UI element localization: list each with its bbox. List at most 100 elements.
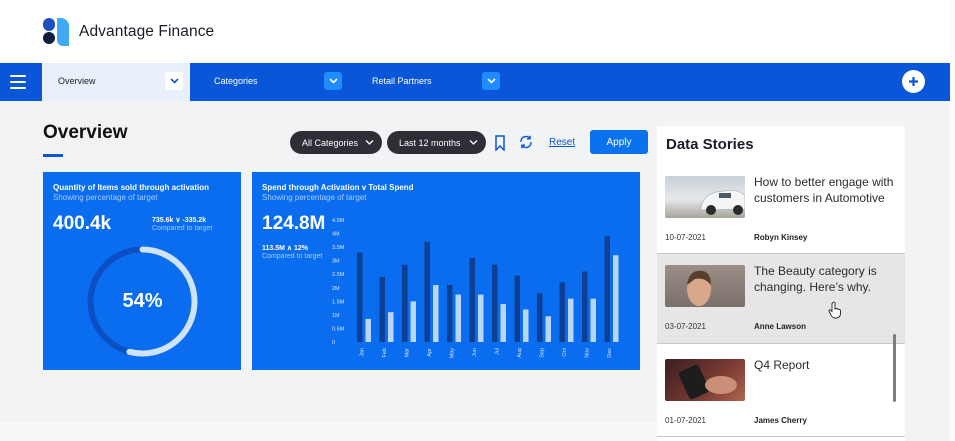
- add-button[interactable]: [902, 70, 925, 93]
- category-filter-dropdown[interactable]: All Categories: [290, 131, 382, 154]
- card-value: 124.8M: [262, 213, 326, 234]
- apply-button[interactable]: Apply: [590, 130, 648, 154]
- bar-jun-series2: [478, 294, 484, 342]
- x-tick-label: Mar: [405, 348, 411, 358]
- bar-mar-series1: [402, 264, 408, 342]
- tab-retail-partners[interactable]: Retail Partners: [372, 76, 432, 86]
- story-thumbnail: [665, 176, 745, 218]
- nav-bar: Overview Categories Retail Partners: [0, 63, 955, 101]
- bar-jul-series1: [492, 264, 498, 342]
- reset-link[interactable]: Reset: [549, 137, 575, 148]
- tab-categories[interactable]: Categories: [214, 76, 258, 86]
- bar-feb-series1: [379, 276, 385, 342]
- x-tick-label: Jun: [472, 348, 478, 357]
- bar-aug-series2: [523, 309, 529, 342]
- chevron-down-icon: [469, 140, 478, 145]
- y-tick-label: 2.5M: [332, 272, 345, 278]
- x-tick-label: May: [450, 348, 456, 359]
- x-tick-label: Nov: [585, 348, 591, 358]
- donut-percent-label: 54%: [122, 290, 163, 312]
- x-tick-label: Jul: [495, 348, 501, 355]
- story-thumbnail: [665, 359, 745, 401]
- period-filter-dropdown[interactable]: Last 12 months: [387, 131, 486, 154]
- card-delta: 113.5M ∧ 12%: [262, 245, 308, 252]
- bar-dec-series1: [604, 236, 610, 342]
- bar-apr-series1: [424, 241, 430, 342]
- x-tick-label: Aug: [517, 348, 523, 358]
- bar-may-series2: [455, 294, 461, 342]
- bar-jun-series1: [469, 257, 475, 342]
- x-tick-label: Jan: [360, 348, 366, 357]
- y-tick-label: 2M: [332, 286, 340, 292]
- x-tick-label: Oct: [562, 348, 568, 357]
- card-value: 400.4k: [53, 213, 112, 234]
- y-tick-label: 0: [332, 340, 335, 346]
- bar-nov-series2: [590, 298, 596, 342]
- bar-jan-series2: [365, 318, 371, 342]
- bar-mar-series2: [410, 301, 416, 342]
- y-tick-label: 4M: [332, 232, 340, 238]
- bar-may-series1: [447, 285, 453, 342]
- story-headline: Q4 Report: [754, 358, 810, 372]
- story-item[interactable]: The Beauty category is changing. Here’s …: [657, 254, 905, 343]
- brand-name: Advantage Finance: [79, 23, 215, 40]
- bar-apr-series2: [433, 285, 439, 342]
- card-title: Quantity of Items sold through activatio…: [53, 183, 210, 192]
- divider: [657, 436, 905, 437]
- page-footer-area: [0, 422, 657, 441]
- story-headline: How to better engage with customers in A…: [754, 175, 894, 205]
- story-thumbnail: [665, 265, 745, 307]
- menu-icon[interactable]: [10, 75, 26, 89]
- tab-overview[interactable]: Overview: [42, 63, 190, 101]
- bar-sep-series2: [545, 316, 551, 342]
- period-filter-value: Last 12 months: [399, 137, 461, 148]
- stories-scrollbar[interactable]: [893, 334, 896, 402]
- bar-dec-series2: [613, 255, 619, 342]
- hand-cursor-icon: [828, 301, 841, 319]
- story-date: 03-07-2021: [665, 322, 706, 331]
- bar-jan-series1: [357, 252, 363, 342]
- story-item[interactable]: Q4 Report 01-07-2021 James Cherry: [657, 344, 905, 436]
- bar-aug-series1: [514, 275, 520, 342]
- y-tick-label: 3M: [332, 259, 340, 265]
- story-date: 10-07-2021: [665, 233, 706, 242]
- spend-bar-chart: 0 0.5M 1M 1.5M 2M 2.5M 3M 3.5M 4M 4.5M Jan Feb Mar Ap…: [332, 218, 619, 359]
- story-date: 01-07-2021: [665, 416, 706, 425]
- bookmark-icon[interactable]: [494, 135, 506, 151]
- card-subtitle: Showing percentage of target: [53, 193, 158, 202]
- chevron-down-icon[interactable]: [324, 72, 342, 90]
- bar-sep-series1: [537, 293, 543, 342]
- x-tick-label: Apr: [427, 348, 433, 357]
- x-tick-label: Dec: [607, 348, 613, 358]
- refresh-icon[interactable]: [518, 134, 534, 150]
- chevron-down-icon[interactable]: [165, 72, 183, 90]
- plus-icon: [909, 77, 918, 86]
- y-tick-label: 0.5M: [332, 326, 345, 332]
- bar-oct-series2: [568, 298, 574, 342]
- category-filter-value: All Categories: [302, 137, 359, 148]
- y-tick-label: 1M: [332, 313, 340, 319]
- y-tick-label: 3.5M: [332, 245, 345, 251]
- story-author: James Cherry: [754, 416, 807, 425]
- panel-title: Data Stories: [666, 136, 754, 153]
- card-subtitle: Showing percentage of target: [262, 193, 367, 202]
- tab-label: Overview: [58, 76, 96, 86]
- story-item[interactable]: How to better engage with customers in A…: [657, 168, 905, 254]
- bar-jul-series2: [500, 304, 506, 342]
- y-tick-label: 1.5M: [332, 299, 345, 305]
- bar-oct-series1: [559, 282, 565, 342]
- y-tick-label: 4.5M: [332, 218, 345, 224]
- x-tick-label: Sep: [540, 348, 546, 358]
- x-tick-label: Feb: [382, 348, 388, 357]
- title-underline: [43, 154, 63, 157]
- story-headline: The Beauty category is changing. Here’s …: [754, 264, 877, 294]
- chevron-down-icon: [365, 140, 374, 145]
- chevron-down-icon[interactable]: [482, 72, 500, 90]
- bar-feb-series2: [388, 312, 394, 342]
- card-compared: Compared to target: [152, 225, 213, 232]
- story-author: Anne Lawson: [754, 322, 807, 331]
- page-edge: [950, 0, 955, 441]
- logo-icon: [43, 18, 69, 46]
- card-title: Spend through Activation v Total Spend: [262, 183, 414, 192]
- story-author: Robyn Kinsey: [754, 233, 808, 242]
